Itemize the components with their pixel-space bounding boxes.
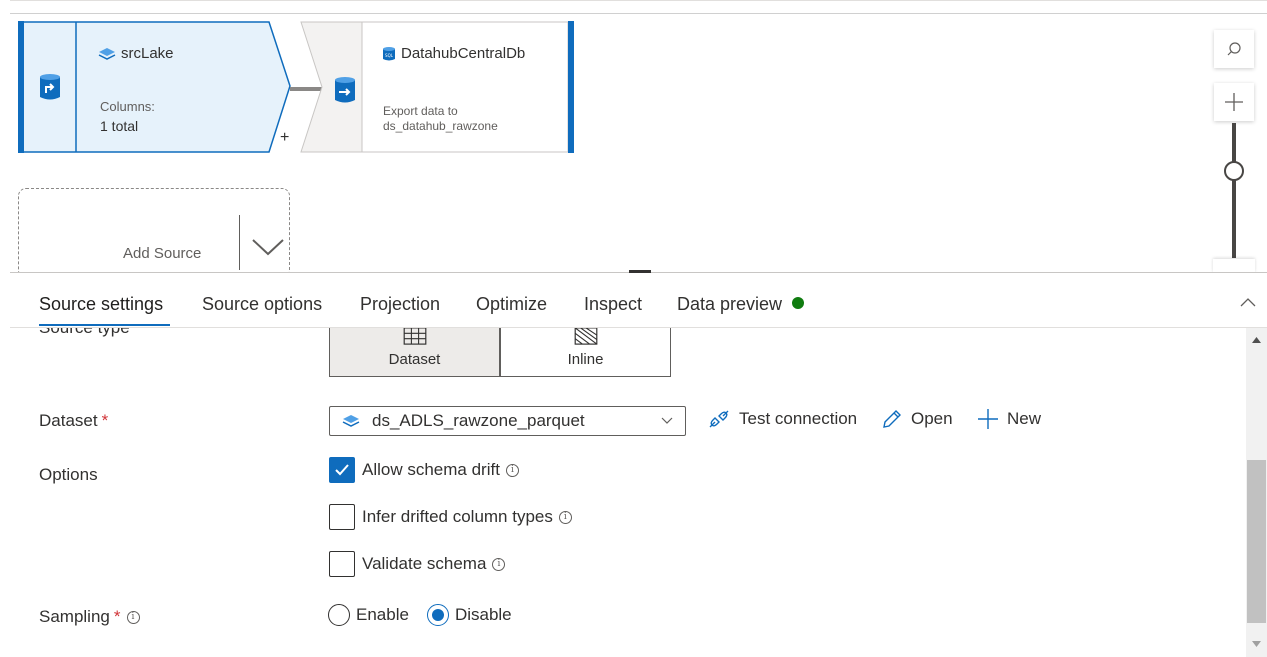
sampling-required-mark: * — [113, 607, 121, 626]
validate-schema-checkbox[interactable] — [329, 551, 355, 577]
vertical-scrollbar[interactable] — [1246, 328, 1267, 657]
svg-text:SQL: SQL — [385, 53, 394, 58]
dataset-select[interactable]: ds_ADLS_rawzone_parquet — [329, 406, 686, 436]
allow-schema-drift-label: Allow schema drift — [362, 460, 500, 479]
dataset-option-label: Dataset — [388, 351, 441, 368]
source-node[interactable]: srcLake Columns: 1 total — [18, 21, 291, 153]
active-tab-indicator — [39, 324, 170, 326]
add-source-box[interactable]: Add Source — [18, 188, 290, 272]
add-source-label: Add Source — [123, 245, 202, 262]
dataset-required-mark: * — [101, 411, 109, 430]
source-type-label: Source type — [39, 328, 130, 338]
tab-inspect[interactable]: Inspect — [584, 294, 642, 315]
plug-icon — [709, 410, 729, 428]
checkmark-icon — [335, 464, 349, 476]
validate-schema-option[interactable]: Validate schema i — [329, 551, 506, 577]
infer-drifted-column-types-label: Infer drifted column types — [362, 507, 553, 526]
infer-drifted-column-types-option[interactable]: Infer drifted column types i — [329, 504, 572, 530]
test-connection-label: Test connection — [739, 409, 858, 428]
dataset-label: Dataset * — [39, 411, 108, 431]
sampling-enable-label[interactable]: Enable — [356, 605, 409, 625]
info-icon[interactable]: i — [505, 463, 519, 477]
infer-drifted-column-types-checkbox[interactable] — [329, 504, 355, 530]
top-divider — [10, 13, 1267, 14]
zoom-slider-track[interactable] — [1232, 123, 1236, 258]
sink-node-title: SQL DatahubCentralDb — [382, 45, 525, 62]
sampling-label-text: Sampling — [39, 607, 110, 626]
sink-node[interactable]: SQL DatahubCentralDb Export data to ds_d… — [300, 21, 575, 153]
sampling-label: Sampling * i — [39, 607, 140, 627]
status-dot — [792, 297, 805, 309]
search-icon[interactable] — [1214, 30, 1254, 68]
sql-db-icon: SQL — [383, 46, 395, 60]
sink-node-name: DatahubCentralDb — [401, 45, 526, 62]
open-label: Open — [911, 409, 953, 428]
plus-icon — [978, 409, 998, 429]
columns-value: 1 total — [100, 118, 139, 134]
tab-data-preview-label: Data preview — [677, 294, 783, 314]
source-settings-form: Source type Dataset Inline Dataset* ds_A… — [10, 328, 1246, 657]
add-source-divider — [239, 215, 240, 270]
source-arrow-icon — [39, 73, 61, 106]
inline-option-label: Inline — [567, 351, 604, 368]
scroll-up-arrow-icon[interactable] — [1251, 336, 1262, 344]
lake-icon — [98, 47, 116, 60]
settings-tabs: Source settings Source options Projectio… — [10, 274, 1267, 328]
source-node-name: srcLake — [121, 45, 174, 62]
source-type-dataset[interactable]: Dataset — [329, 328, 500, 377]
dataset-label-text: Dataset — [39, 411, 98, 430]
sampling-disable-label[interactable]: Disable — [455, 605, 512, 625]
new-label: New — [1007, 409, 1042, 428]
splitter-handle[interactable] — [629, 270, 651, 273]
info-icon[interactable]: i — [558, 510, 572, 524]
source-node-title: srcLake — [98, 45, 174, 62]
sink-arrow-icon — [334, 76, 356, 109]
info-icon[interactable]: i — [126, 611, 140, 624]
dataset-select-value: ds_ADLS_rawzone_parquet — [372, 411, 585, 430]
zoom-out-control[interactable] — [1213, 259, 1255, 272]
sampling-enable-radio[interactable] — [328, 604, 350, 626]
tab-data-preview[interactable]: Data preview — [677, 294, 805, 315]
tab-source-settings[interactable]: Source settings — [39, 294, 163, 315]
scroll-down-arrow-icon[interactable] — [1251, 640, 1262, 648]
scrollbar-thumb[interactable] — [1247, 460, 1266, 623]
pencil-icon — [883, 410, 901, 428]
source-type-inline[interactable]: Inline — [500, 328, 671, 377]
chevron-down-icon — [661, 417, 673, 424]
add-transform-plus[interactable]: + — [280, 129, 289, 147]
test-connection-button[interactable]: Test connection — [707, 408, 857, 430]
info-icon[interactable]: i — [492, 557, 506, 571]
columns-label: Columns: — [100, 99, 155, 114]
sink-description-line1: Export data to — [383, 104, 458, 118]
options-label: Options — [39, 465, 98, 484]
zoom-in-plus-icon[interactable] — [1214, 83, 1254, 121]
new-button[interactable]: New — [977, 408, 1041, 430]
tab-projection[interactable]: Projection — [360, 294, 440, 315]
table-icon — [403, 328, 426, 345]
inline-icon — [574, 328, 597, 345]
zoom-slider-handle[interactable] — [1224, 161, 1244, 181]
sampling-radio-group: Enable Disable — [328, 604, 512, 626]
sink-description-line2: ds_datahub_rawzone — [383, 119, 498, 133]
dataflow-canvas[interactable]: srcLake Columns: 1 total + SQL DatahubCe… — [10, 0, 1267, 272]
tab-optimize[interactable]: Optimize — [476, 294, 547, 315]
tab-source-options[interactable]: Source options — [202, 294, 322, 315]
validate-schema-label: Validate schema — [362, 554, 487, 573]
open-button[interactable]: Open — [881, 408, 953, 430]
sampling-disable-radio[interactable] — [426, 604, 449, 626]
allow-schema-drift-option[interactable]: Allow schema drift i — [329, 457, 519, 483]
chevron-up-icon[interactable] — [1240, 294, 1256, 312]
chevron-down-icon[interactable] — [251, 237, 285, 262]
lake-icon — [342, 415, 360, 427]
allow-schema-drift-checkbox[interactable] — [329, 457, 355, 483]
